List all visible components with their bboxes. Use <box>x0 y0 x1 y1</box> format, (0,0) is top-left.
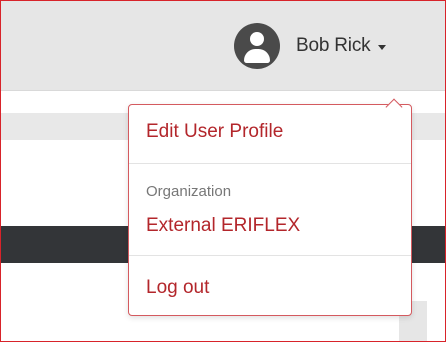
user-dropdown-menu: Edit User Profile Organization External … <box>128 104 412 316</box>
dropdown-arrow <box>385 94 403 112</box>
caret-down-icon <box>378 44 387 50</box>
menu-divider <box>129 255 411 256</box>
app-frame: Bob Rick Edit User Profile Organization … <box>0 0 446 342</box>
user-avatar-icon <box>234 23 280 69</box>
organization-link[interactable]: External ERIFLEX <box>146 215 300 237</box>
logout-link[interactable]: Log out <box>146 277 209 299</box>
organization-heading: Organization <box>146 183 232 200</box>
user-name: Bob Rick <box>296 35 371 56</box>
top-navbar: Bob Rick <box>1 1 445 91</box>
edit-user-profile-link[interactable]: Edit User Profile <box>146 121 283 143</box>
user-menu-toggle[interactable]: Bob Rick <box>234 23 387 69</box>
menu-divider <box>129 163 411 164</box>
